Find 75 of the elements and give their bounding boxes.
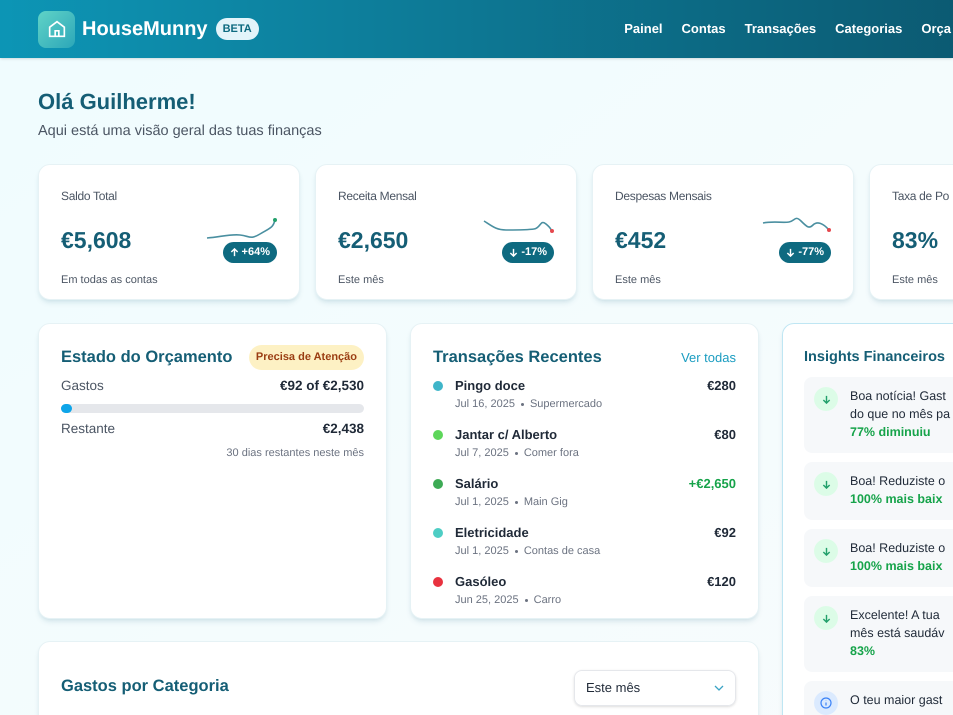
greeting-subtitle: Aqui está uma visão geral das tuas finanças bbox=[38, 122, 323, 141]
insight-text: Excelente! A tua bbox=[850, 607, 940, 624]
nav-link[interactable]: Painel bbox=[624, 19, 663, 39]
house-logo-icon bbox=[38, 10, 75, 48]
nav-link[interactable]: Categorias bbox=[835, 19, 902, 39]
card-title: Transações Recentes bbox=[433, 347, 602, 368]
stat-label: Receita Mensal bbox=[338, 188, 417, 205]
info-icon bbox=[814, 691, 838, 715]
transaction-name: Pingo doce bbox=[455, 376, 526, 395]
stat-value: 83% bbox=[892, 226, 938, 255]
transaction-category: Supermercado bbox=[530, 397, 602, 412]
stat-note: Este mês bbox=[615, 272, 661, 288]
insight-text: mês está saudáv bbox=[850, 625, 944, 642]
arrow-up-icon bbox=[230, 248, 239, 257]
card-title: Gastos por Categoria bbox=[61, 676, 229, 697]
transaction-name: Jantar c/ Alberto bbox=[455, 426, 558, 444]
status-badge: Precisa de Atenção bbox=[248, 345, 364, 370]
transaction-amount: €120 bbox=[707, 572, 736, 591]
stat-note: Este mês bbox=[892, 272, 938, 288]
sparkline-drawing bbox=[761, 217, 831, 232]
transaction-date: Jul 1, 2025 bbox=[455, 495, 509, 510]
insight-highlight: 100% mais baix bbox=[850, 491, 942, 508]
trend-badge: -77% bbox=[779, 242, 831, 262]
insight-text: Boa notícia! Gast bbox=[850, 388, 946, 405]
nav-link[interactable]: Contas bbox=[682, 19, 726, 39]
remaining-label: Restante bbox=[61, 420, 116, 438]
insight-text: O teu maior gast bbox=[850, 692, 942, 709]
transaction-date: Jul 1, 2025 bbox=[455, 544, 509, 560]
beta-badge: BETA bbox=[216, 18, 259, 40]
transaction-amount: €92 bbox=[714, 524, 736, 542]
stat-label: Saldo Total bbox=[61, 188, 117, 205]
spent-label: Gastos bbox=[61, 376, 104, 395]
transaction-amount: €280 bbox=[707, 376, 736, 395]
stat-note: Em todas as contas bbox=[61, 272, 158, 288]
trend-badge: -17% bbox=[502, 242, 554, 262]
transaction-name: Eletricidade bbox=[455, 524, 529, 542]
period-dropdown[interactable]: Este mês bbox=[574, 670, 736, 706]
insight-highlight: 77% diminuiu bbox=[850, 424, 931, 441]
sparkline-drawing bbox=[205, 215, 277, 239]
trend-badge: +64% bbox=[222, 242, 277, 262]
card-title: Insights Financeiros bbox=[804, 348, 945, 367]
insight-text: Boa! Reduziste o bbox=[850, 540, 946, 557]
insight-text: do que no mês pa bbox=[850, 406, 950, 423]
transaction-date: Jul 7, 2025 bbox=[455, 446, 509, 462]
sparkline-drawing bbox=[482, 219, 554, 233]
remaining-value: €2,438 bbox=[322, 420, 364, 438]
spent-value: €92 of €2,530 bbox=[280, 376, 364, 395]
transaction-name: Gasóleo bbox=[455, 572, 506, 591]
transaction-name: Salário bbox=[455, 474, 498, 493]
stat-label: Despesas Mensais bbox=[615, 188, 712, 205]
transaction-category: Carro bbox=[534, 593, 562, 608]
transaction-amount: +€2,650 bbox=[688, 474, 736, 493]
transaction-amount: €80 bbox=[714, 426, 736, 444]
chevron-down-icon bbox=[714, 685, 724, 691]
transaction-date: Jun 25, 2025 bbox=[455, 593, 519, 608]
stat-note: Este mês bbox=[338, 272, 384, 288]
nav-link[interactable]: Orça bbox=[921, 19, 951, 39]
arrow-down-icon bbox=[509, 248, 518, 257]
stat-value: €5,608 bbox=[61, 226, 132, 255]
stat-value: €2,650 bbox=[338, 226, 408, 255]
arrow-down-icon bbox=[786, 248, 796, 257]
card-title: Estado do Orçamento bbox=[61, 347, 232, 368]
insight-highlight: 100% mais baix bbox=[850, 558, 942, 575]
nav-link[interactable]: Transações bbox=[744, 19, 816, 39]
stat-value: €452 bbox=[615, 226, 666, 255]
app-name: HouseMunny bbox=[82, 17, 208, 42]
stat-label: Taxa de Po bbox=[892, 188, 950, 205]
transaction-category: Contas de casa bbox=[524, 544, 600, 560]
insight-highlight: 83% bbox=[850, 643, 876, 660]
insight-text: Boa! Reduziste o bbox=[850, 473, 946, 490]
greeting-title: Olá Guilherme! bbox=[38, 88, 197, 116]
transaction-category: Main Gig bbox=[524, 495, 568, 510]
days-remaining-note: 30 dias restantes neste mês bbox=[226, 446, 364, 462]
transaction-date: Jul 16, 2025 bbox=[455, 397, 515, 412]
transaction-category: Comer fora bbox=[524, 446, 579, 462]
